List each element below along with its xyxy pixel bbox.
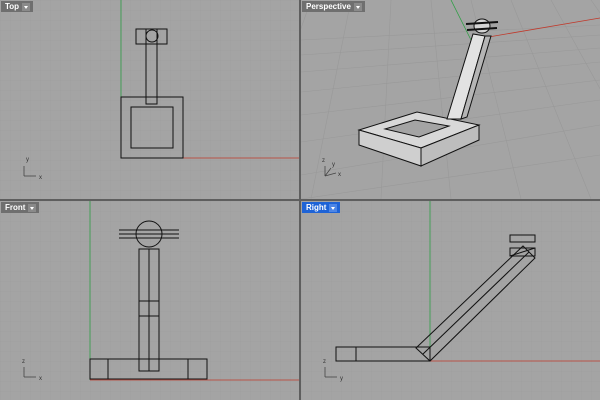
axis-label-z: z: [322, 158, 325, 164]
perspective-grid: [301, 0, 600, 199]
axis-label-x: x: [338, 172, 341, 178]
viewport-tab-right[interactable]: Right: [302, 202, 341, 213]
viewport-right[interactable]: z y Right: [301, 201, 600, 400]
front-view-canvas[interactable]: z x: [0, 201, 299, 400]
axis-label-x: x: [39, 376, 42, 382]
chevron-down-icon[interactable]: [22, 2, 31, 11]
viewport-label-top: Top: [5, 2, 20, 11]
viewport-tab-top[interactable]: Top: [1, 1, 34, 12]
top-view-canvas[interactable]: y x: [0, 0, 299, 199]
axis-label-z: z: [323, 359, 326, 365]
viewport-tab-front[interactable]: Front: [1, 202, 40, 213]
viewport-perspective[interactable]: z y x Perspective: [301, 0, 600, 199]
viewport-tab-perspective[interactable]: Perspective: [302, 1, 365, 12]
viewport-label-perspective: Perspective: [306, 2, 351, 11]
axis-label-y: y: [332, 162, 335, 168]
viewport-label-right: Right: [306, 203, 327, 212]
viewport-label-front: Front: [5, 203, 26, 212]
axis-label-z: z: [22, 359, 25, 365]
right-view-canvas[interactable]: z y: [301, 201, 600, 400]
viewport-front[interactable]: z x Front: [0, 201, 299, 400]
stand-perspective-shape: [357, 18, 499, 167]
chevron-down-icon[interactable]: [353, 2, 362, 11]
chevron-down-icon[interactable]: [329, 203, 338, 212]
axis-label-y: y: [26, 157, 29, 163]
chevron-down-icon[interactable]: [28, 203, 37, 212]
axis-label-y: y: [340, 376, 343, 382]
viewport-top[interactable]: y x Top: [0, 0, 299, 199]
axis-label-x: x: [39, 175, 42, 181]
perspective-view-canvas[interactable]: z y x: [301, 0, 600, 199]
